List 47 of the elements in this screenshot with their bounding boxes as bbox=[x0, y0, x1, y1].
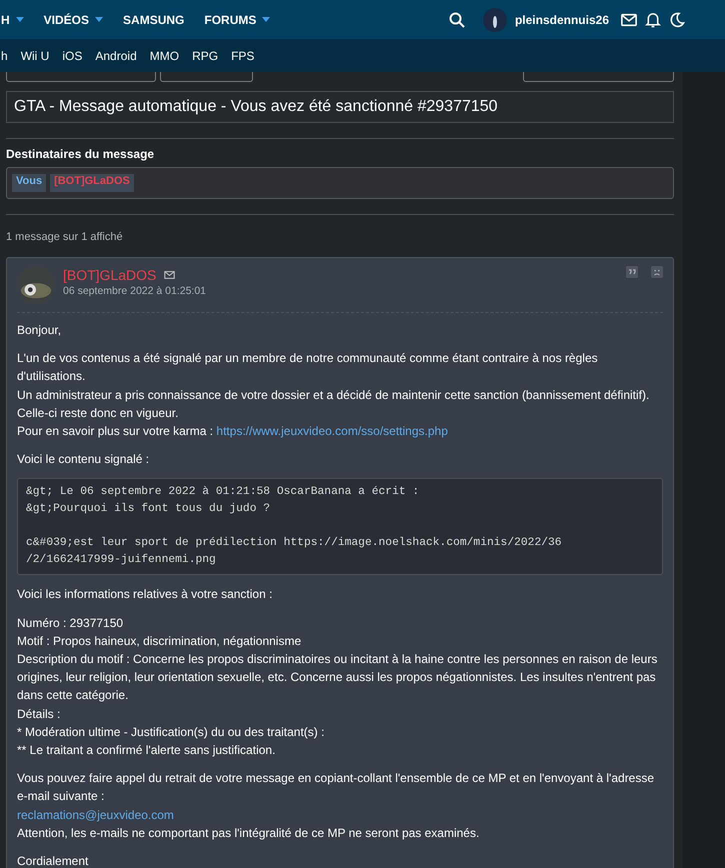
bell-icon[interactable] bbox=[645, 12, 661, 28]
message-text: Pour en savoir plus sur votre karma : bbox=[17, 424, 214, 438]
link[interactable]: https://www.jeuxvideo.com/sso/settings.php bbox=[216, 424, 448, 438]
avatar-icon bbox=[17, 266, 55, 304]
message-text: Détails : bbox=[17, 706, 60, 721]
section-heading: Destinataires du message bbox=[6, 147, 156, 161]
message-text: Bonjour, bbox=[17, 323, 62, 337]
message-text: * Modération ultime - Justification(s) du ou des traitant(s) : bbox=[17, 724, 324, 739]
mail-icon[interactable] bbox=[164, 271, 176, 279]
message-text: Voici les informations relatives à votre sanction : bbox=[17, 587, 272, 602]
search-icon[interactable] bbox=[448, 12, 465, 28]
nav-item[interactable]: FORUMS bbox=[204, 12, 270, 26]
category-link[interactable]: RPG bbox=[192, 48, 218, 62]
link[interactable]: reclamations@jeuxvideo.com bbox=[17, 808, 174, 822]
category-link[interactable]: FPS bbox=[231, 48, 254, 62]
toolbar-button[interactable] bbox=[523, 72, 674, 82]
message-count: 1 message sur 1 affiché bbox=[6, 231, 124, 243]
message-text: Attention, les e-mails ne comportant pas l'intégralité de ce MP ne seront pas examinés. bbox=[17, 826, 480, 840]
message-text: Description du motif : Concerne les propos discriminatoires ou incitant à la haine contre les personnes en raison de leurs origines, leur religion, leur orientation sexuelle, etc. Concerne aussi les propos négationnistes. Les insultes n'entrent pas dans cette catégorie. bbox=[17, 652, 658, 702]
username[interactable]: pleinsdennuis26 bbox=[514, 12, 609, 26]
message-text: Celle-ci reste donc en vigueur. bbox=[17, 406, 178, 420]
category-link[interactable]: Wii U bbox=[20, 48, 50, 62]
message-date: 06 septembre 2022 à 01:25:01 bbox=[63, 285, 206, 297]
category-link[interactable]: MMO bbox=[150, 48, 180, 62]
conversation-title: GTA - Message automatique - Vous avez été sanctionné #29377150 bbox=[6, 91, 674, 123]
message-text: Voici le contenu signalé : bbox=[17, 452, 150, 466]
toolbar-button[interactable] bbox=[6, 72, 156, 82]
avatar-icon[interactable] bbox=[482, 8, 507, 32]
message-text: Motif : Propos haineux, discrimination, négationnisme bbox=[17, 634, 302, 648]
message-text: Cordialement bbox=[17, 854, 88, 868]
quoted-content: &gt; Le 06 septembre 2022 à 01:21:58 OscarBanana a écrit : &gt;Pourquoi ils font tous du judo ? c&#039;est leur sport de prédilection https://image.noelshack.com/minis/2022/36 /2/1662417999-juifennemi.png bbox=[17, 478, 663, 576]
message-text: Un administrateur a pris connaissance de votre dossier et a décidé de maintenir cette sanction (bannissement définitif). bbox=[17, 388, 650, 402]
sad-face-icon[interactable] bbox=[651, 266, 663, 278]
message-text: Numéro : 29377150 bbox=[17, 616, 124, 630]
nav-item[interactable]: H bbox=[1, 12, 24, 26]
category-link[interactable]: h bbox=[1, 48, 8, 62]
nav-item[interactable]: VIDÉOS bbox=[44, 12, 104, 26]
category-link[interactable]: iOS bbox=[62, 48, 82, 62]
quote-icon[interactable] bbox=[626, 266, 638, 278]
moon-icon[interactable] bbox=[669, 12, 685, 28]
recipient-name[interactable]: Vous bbox=[12, 174, 46, 192]
nav-item[interactable]: SAMSUNG bbox=[123, 12, 184, 26]
category-link[interactable]: Android bbox=[95, 48, 137, 62]
message-text: L'un de vos contenus a été signalé par un membre de notre communauté comme étant contraire à nos règles d'utilisations. bbox=[17, 351, 598, 384]
message-text: Vous pouvez faire appel du retrait de votre message en copiant-collant l'ensemble de ce MP et en l'envoyant à l'adresse e-mail suivante : bbox=[17, 771, 654, 804]
toolbar-button[interactable] bbox=[160, 72, 253, 82]
message-text: ** Le traitant a confirmé l'alerte sans justification. bbox=[17, 743, 276, 758]
